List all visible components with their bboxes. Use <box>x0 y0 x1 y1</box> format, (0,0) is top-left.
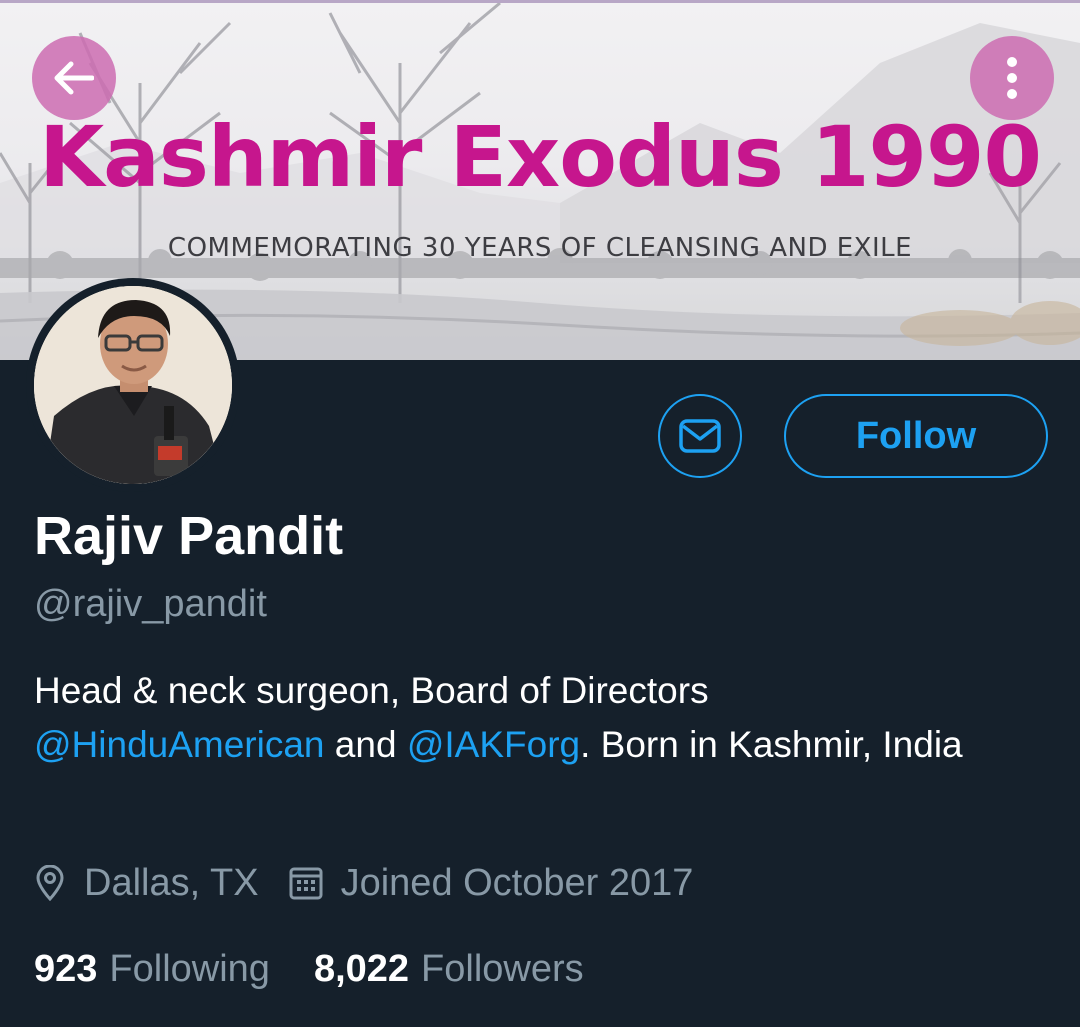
following-link[interactable]: 923 Following <box>34 948 270 991</box>
joined-date-text: Joined October 2017 <box>340 861 694 904</box>
follow-button[interactable]: Follow <box>784 394 1048 478</box>
banner-title: Kashmir Exodus 1990 <box>39 108 1042 206</box>
bio: Head & neck surgeon, Board of Directors @… <box>34 664 1044 772</box>
arrow-left-icon <box>54 61 94 95</box>
avatar[interactable] <box>26 278 240 492</box>
avatar-photo <box>34 286 232 484</box>
location-text: Dallas, TX <box>84 861 259 904</box>
avatar-portrait-image <box>34 286 232 484</box>
envelope-icon <box>679 419 721 453</box>
following-count: 923 <box>34 947 98 990</box>
bio-text: Head & neck surgeon, Board of Directors <box>34 670 709 711</box>
more-options-button[interactable] <box>970 36 1054 120</box>
bio-text: and <box>324 724 407 765</box>
following-label: Following <box>109 947 270 990</box>
message-button[interactable] <box>658 394 742 478</box>
followers-label: Followers <box>421 947 584 990</box>
user-handle: @rajiv_pandit <box>34 583 267 625</box>
followers-count: 8,022 <box>313 947 410 990</box>
bio-text: . Born in Kashmir, India <box>580 724 963 765</box>
follow-stats: 923 Following 8,022 Followers <box>34 942 584 996</box>
mention-link-iakforg[interactable]: @IAKForg <box>407 724 580 765</box>
location-pin-icon <box>34 865 66 901</box>
followers-link[interactable]: 8,022 Followers <box>314 948 584 991</box>
mention-link-hinduamerican[interactable]: @HinduAmerican <box>34 724 325 765</box>
profile-meta: Dallas, TX Joined October 2017 <box>34 856 723 910</box>
display-name: Rajiv Pandit <box>34 506 344 566</box>
back-button[interactable] <box>32 36 116 120</box>
more-vertical-icon <box>1007 57 1017 99</box>
calendar-icon <box>289 866 323 900</box>
profile-page: Kashmir Exodus 1990 COMMEMORATING 30 YEA… <box>0 0 1080 1027</box>
banner-subtitle: COMMEMORATING 30 YEARS OF CLEANSING AND … <box>167 233 913 263</box>
